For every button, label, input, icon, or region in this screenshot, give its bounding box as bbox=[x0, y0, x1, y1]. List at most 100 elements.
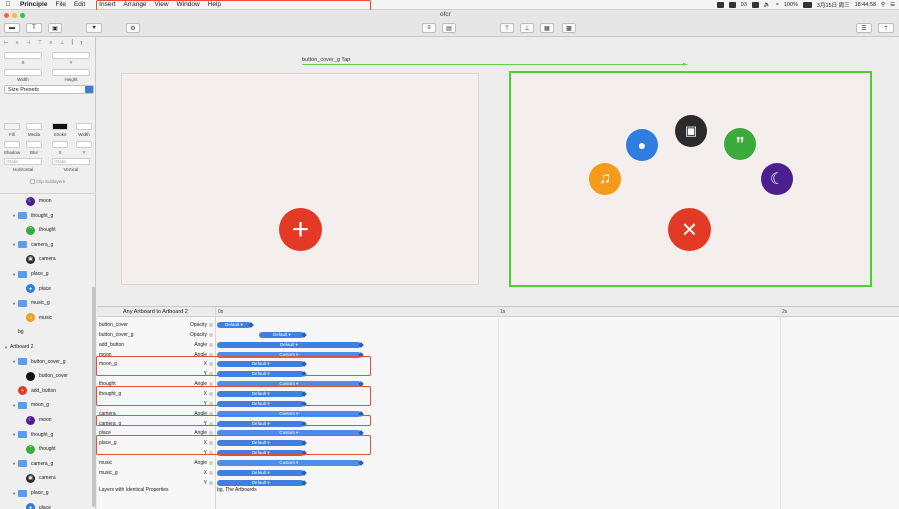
media-swatch[interactable] bbox=[26, 123, 42, 130]
align-center-button[interactable]: ▤ bbox=[442, 23, 456, 33]
wechat-icon[interactable] bbox=[716, 2, 724, 8]
layer-row[interactable]: ▼ button_cover_g bbox=[0, 355, 92, 369]
timeline-row[interactable]: music Angle Custom ▾ bbox=[97, 458, 899, 468]
layer-row[interactable]: button_cover bbox=[0, 369, 92, 383]
menu-edit[interactable]: Edit bbox=[70, 0, 89, 10]
keyframe-dot[interactable] bbox=[209, 470, 213, 475]
time-label[interactable]: 18:44:58 bbox=[855, 2, 876, 8]
curve-bar[interactable]: Default ▾ bbox=[259, 331, 305, 338]
disclosure-icon[interactable]: ▼ bbox=[10, 242, 18, 247]
align-left-button[interactable]: ≡ bbox=[422, 23, 436, 33]
stroke-swatch[interactable] bbox=[52, 123, 68, 130]
preview-button[interactable]: ☰ bbox=[856, 23, 872, 33]
layer-row[interactable]: ” thought bbox=[0, 442, 92, 456]
curve-bar[interactable]: Default ▾ bbox=[217, 469, 305, 476]
layer-row[interactable]: ● place bbox=[0, 501, 92, 509]
camera-icon[interactable]: ▣ bbox=[675, 115, 707, 147]
layer-row[interactable]: ▼ place_g bbox=[0, 267, 92, 281]
layer-row[interactable]: ▼ thought_g bbox=[0, 209, 92, 223]
stroke-width-field[interactable] bbox=[76, 123, 92, 130]
layer-row[interactable]: ▼ music_g bbox=[0, 296, 92, 310]
size-presets-dropdown[interactable]: Size Presets bbox=[4, 85, 94, 94]
fill-swatch[interactable] bbox=[4, 123, 20, 130]
keyframe-dot[interactable] bbox=[209, 460, 213, 465]
keyframe-dot[interactable] bbox=[209, 332, 213, 337]
apple-icon[interactable]:  bbox=[0, 1, 16, 8]
minimize-window-button[interactable] bbox=[12, 13, 17, 18]
layer-row[interactable]: ▼ camera_g bbox=[0, 238, 92, 252]
canvas[interactable]: button_cover_g Tap ▸ + ● ▣ ” ♫ ☾ × bbox=[97, 37, 899, 306]
blur-field[interactable] bbox=[26, 141, 42, 148]
disclosure-icon[interactable]: ▼ bbox=[2, 345, 10, 350]
shadow-y-field[interactable] bbox=[76, 141, 92, 148]
group-button[interactable]: ▦ bbox=[540, 23, 554, 33]
music-icon[interactable]: ♫ bbox=[589, 163, 621, 195]
search-icon[interactable]: ⚲ bbox=[881, 2, 885, 8]
menu-app[interactable]: Principle bbox=[16, 0, 51, 10]
layer-row[interactable]: ” thought bbox=[0, 223, 92, 237]
layer-row[interactable]: ☾ moon bbox=[0, 413, 92, 427]
clip-sublayers-checkbox[interactable] bbox=[30, 179, 35, 184]
close-button[interactable]: × bbox=[668, 208, 711, 251]
timeline-row[interactable]: music_g X Default ▾ bbox=[97, 468, 899, 478]
curve-bar[interactable]: Default ▾ bbox=[217, 341, 361, 348]
notification-count[interactable]: 93 bbox=[741, 2, 747, 8]
layer-row[interactable]: ● place bbox=[0, 282, 92, 296]
notification-center-icon[interactable]: ☰ bbox=[890, 2, 895, 8]
layer-row[interactable]: ▼ place_g bbox=[0, 486, 92, 500]
component-button[interactable]: ♥ bbox=[86, 23, 102, 33]
layer-row[interactable]: bg bbox=[0, 325, 92, 339]
shadow-x-field[interactable] bbox=[52, 141, 68, 148]
date-label[interactable]: 3月15日 周三 bbox=[817, 1, 850, 9]
layer-row[interactable]: ▣ camera bbox=[0, 252, 92, 266]
x-field[interactable] bbox=[4, 52, 42, 59]
disclosure-icon[interactable]: ▼ bbox=[10, 461, 18, 466]
curve-bar[interactable]: Default ▾ bbox=[217, 322, 251, 328]
wifi-icon[interactable]: ≈ bbox=[776, 2, 779, 8]
disclosure-icon[interactable]: ▼ bbox=[10, 491, 18, 496]
disclosure-icon[interactable]: ▼ bbox=[10, 272, 18, 277]
y-field[interactable] bbox=[52, 52, 90, 59]
curve-bar[interactable]: Default ▾ bbox=[217, 479, 305, 486]
ungroup-button[interactable]: ▩ bbox=[562, 23, 576, 33]
trigger-label[interactable]: button_cover_g Tap bbox=[302, 57, 350, 63]
layer-row[interactable]: ▼ thought_g bbox=[0, 428, 92, 442]
layer-row[interactable]: ▼ moon_g bbox=[0, 398, 92, 412]
layer-row[interactable]: ▼ Artboard 2 bbox=[0, 340, 92, 354]
disclosure-icon[interactable]: ▼ bbox=[10, 359, 18, 364]
driver-button[interactable]: ⚙ bbox=[126, 23, 140, 33]
distribute-h-button[interactable]: ⊤ bbox=[500, 23, 514, 33]
timeline-row[interactable]: button_cover_g Opacity Default ▾ bbox=[97, 330, 899, 340]
timeline-row[interactable]: add_button Angle Default ▾ bbox=[97, 340, 899, 350]
curve-bar[interactable]: Custom ▾ bbox=[217, 459, 361, 466]
display-icon[interactable] bbox=[751, 2, 759, 8]
artboard-1[interactable]: + bbox=[121, 73, 479, 285]
layer-row[interactable]: + add_button bbox=[0, 384, 92, 398]
insert-text-button[interactable]: T bbox=[26, 23, 42, 33]
artboard-2[interactable]: ● ▣ ” ♫ ☾ × bbox=[509, 71, 872, 287]
disclosure-icon[interactable]: ▼ bbox=[10, 403, 18, 408]
export-button[interactable]: ⇡ bbox=[878, 23, 894, 33]
quote-icon[interactable]: ” bbox=[724, 128, 756, 160]
tick-0s[interactable]: 0s bbox=[218, 309, 223, 315]
layers-scrollbar[interactable] bbox=[92, 287, 95, 507]
align-tools-row[interactable]: ⊢ ≡ ⊣ ⊤ ≡ ⊥ ⫿ ⫾ bbox=[4, 40, 92, 46]
volume-icon[interactable]: 🔈 bbox=[764, 2, 771, 8]
height-field[interactable] bbox=[52, 69, 90, 76]
moon-icon[interactable]: ☾ bbox=[761, 163, 793, 195]
keyframe-dot[interactable] bbox=[209, 480, 213, 485]
menu-file[interactable]: File bbox=[51, 0, 69, 10]
add-button[interactable]: + bbox=[279, 208, 322, 251]
insert-rectangle-button[interactable]: ▬ bbox=[4, 23, 20, 33]
keyframe-dot[interactable] bbox=[209, 323, 213, 327]
shadow-swatch[interactable] bbox=[4, 141, 20, 148]
keyframe-dot[interactable] bbox=[209, 342, 213, 347]
battery-icon[interactable] bbox=[802, 2, 812, 8]
disclosure-icon[interactable]: ▼ bbox=[10, 213, 18, 218]
width-field[interactable] bbox=[4, 69, 42, 76]
tick-1s[interactable]: 1s bbox=[500, 309, 505, 315]
place-icon[interactable]: ● bbox=[626, 129, 658, 161]
battery-label[interactable]: 100% bbox=[784, 2, 798, 8]
layer-row[interactable]: ♫ music bbox=[0, 311, 92, 325]
horizontal-select[interactable]: Static bbox=[4, 158, 42, 165]
